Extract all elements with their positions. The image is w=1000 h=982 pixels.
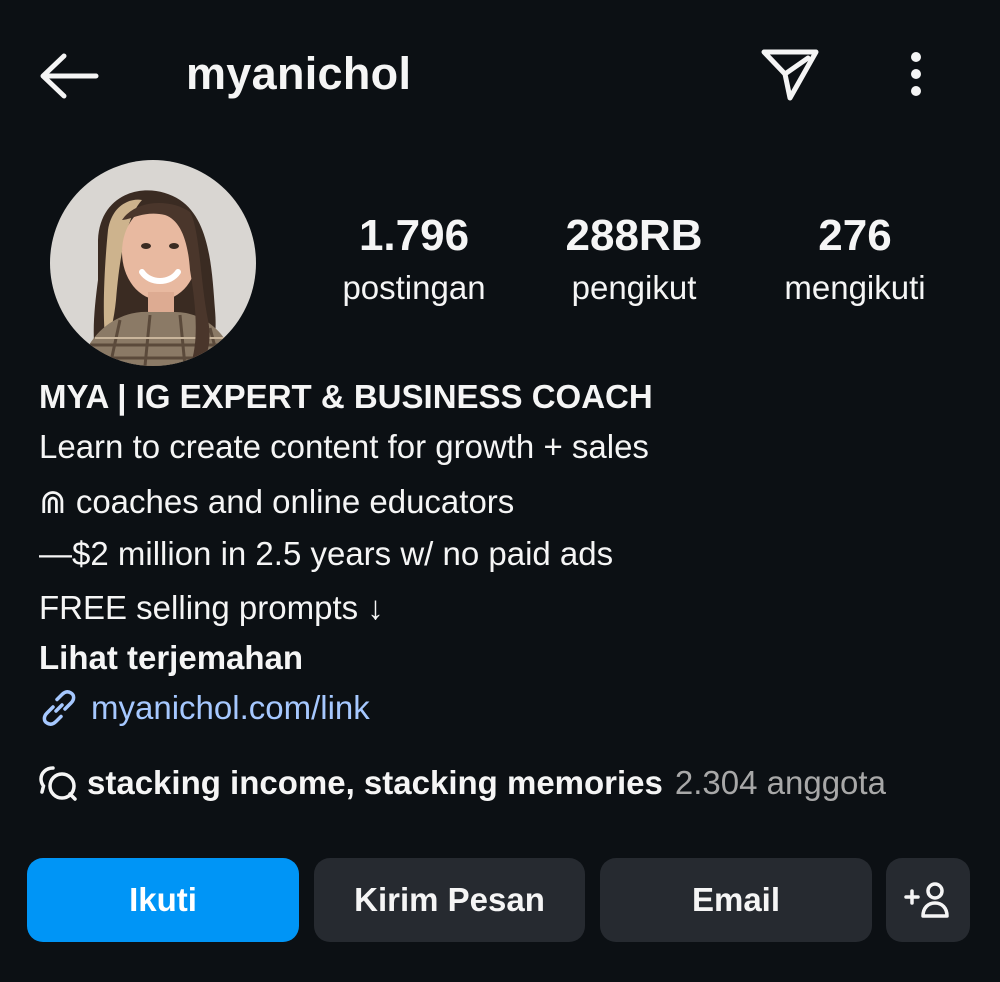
bio-display-name: MYA | IG EXPERT & BUSINESS COACH bbox=[39, 378, 653, 415]
stat-following[interactable]: 276 mengikuti bbox=[755, 210, 955, 310]
bio-line: FREE selling prompts ↓ bbox=[39, 589, 384, 626]
send-message-button[interactable] bbox=[756, 44, 824, 104]
link-icon bbox=[42, 690, 76, 726]
avatar-photo bbox=[50, 160, 256, 366]
bio-website-url: myanichol.com/link bbox=[91, 689, 370, 726]
see-translation-link[interactable]: Lihat terjemahan bbox=[39, 636, 303, 680]
paper-plane-icon bbox=[761, 49, 819, 101]
stat-posts[interactable]: 1.796 postingan bbox=[314, 210, 514, 310]
profile-avatar[interactable] bbox=[50, 160, 256, 366]
stat-followers-count: 288RB bbox=[565, 211, 703, 260]
back-arrow-icon bbox=[40, 53, 99, 99]
stat-following-count: 276 bbox=[818, 211, 892, 260]
follow-button[interactable]: Ikuti bbox=[27, 858, 299, 942]
email-button[interactable]: Email bbox=[600, 858, 872, 942]
bio-line: Learn to create content for growth + sal… bbox=[39, 428, 649, 465]
profile-username: myanichol bbox=[186, 48, 412, 99]
stat-posts-count: 1.796 bbox=[358, 211, 470, 260]
suggest-users-button[interactable] bbox=[886, 858, 970, 942]
chat-bubbles-icon bbox=[39, 766, 77, 801]
add-person-icon bbox=[904, 882, 949, 918]
top-bar: myanichol bbox=[0, 0, 1000, 150]
stat-posts-label: postingan bbox=[342, 269, 486, 306]
more-options-button[interactable] bbox=[892, 44, 940, 104]
message-button[interactable]: Kirim Pesan bbox=[314, 858, 585, 942]
broadcast-channel-link[interactable]: stacking income, stacking memories 2.304… bbox=[39, 761, 886, 805]
back-button[interactable] bbox=[36, 50, 102, 102]
bio-website-link[interactable]: myanichol.com/link bbox=[39, 686, 370, 730]
bio-line: —$2 million in 2.5 years w/ no paid ads bbox=[39, 535, 614, 572]
channel-member-count: 2.304 anggota bbox=[674, 764, 886, 801]
profile-page: myanichol 1.796 postingan 288RB pengikut… bbox=[0, 0, 1000, 982]
stat-following-label: mengikuti bbox=[784, 269, 926, 306]
stat-followers[interactable]: 288RB pengikut bbox=[534, 210, 734, 310]
stat-followers-label: pengikut bbox=[571, 269, 697, 306]
bio-line: ⋒ coaches and online educators bbox=[39, 483, 515, 520]
profile-stats: 1.796 postingan 288RB pengikut 276 mengi… bbox=[310, 210, 970, 320]
more-vertical-icon bbox=[911, 52, 921, 96]
channel-name: stacking income, stacking memories bbox=[87, 764, 663, 801]
